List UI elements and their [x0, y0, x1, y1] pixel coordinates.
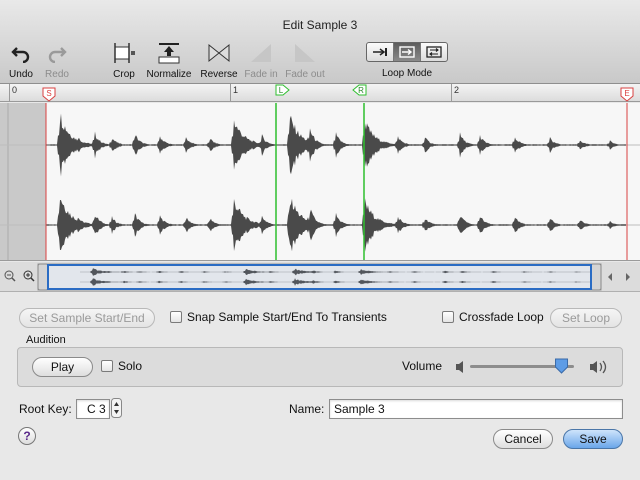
normalize-icon — [155, 40, 183, 66]
overview-visible-region[interactable] — [47, 264, 592, 290]
crop-icon — [110, 40, 138, 66]
svg-text:L: L — [279, 86, 284, 95]
reverse-button[interactable]: Reverse — [200, 40, 238, 80]
waveform-view[interactable] — [0, 103, 640, 261]
checkbox-box — [101, 360, 113, 372]
set-sample-start-end-button[interactable]: Set Sample Start/End — [19, 308, 155, 328]
sample-end-marker[interactable]: E — [620, 87, 634, 102]
fade-in-icon — [247, 40, 275, 66]
solo-checkbox[interactable]: Solo — [101, 359, 142, 373]
checkbox-box — [442, 311, 454, 323]
volume-high-icon — [590, 360, 607, 374]
loop-mode-label: Loop Mode — [381, 68, 433, 79]
checkbox-box — [170, 311, 182, 323]
crossfade-loop-checkbox[interactable]: Crossfade Loop — [442, 310, 544, 324]
loop-start-marker[interactable]: L — [275, 84, 290, 96]
edit-sample-window: Edit Sample 3 Undo Redo Crop Normalize R… — [0, 0, 640, 480]
zoom-in-icon[interactable] — [23, 270, 35, 282]
play-button[interactable]: Play — [32, 357, 93, 377]
window-title: Edit Sample 3 — [282, 18, 358, 32]
waveform-canvas — [0, 103, 640, 260]
loop-icon — [399, 46, 415, 58]
scroll-right-arrow-icon[interactable] — [626, 273, 630, 281]
fade-out-icon — [291, 40, 319, 66]
svg-text:R: R — [358, 86, 364, 95]
volume-low-icon — [456, 361, 463, 373]
loop-mode-forward[interactable] — [367, 43, 394, 61]
loop-end-marker[interactable]: R — [352, 84, 367, 96]
overview-canvas — [4, 263, 630, 291]
root-key-stepper[interactable] — [111, 398, 122, 418]
crop-button[interactable]: Crop — [108, 40, 140, 80]
help-button[interactable]: ? — [18, 427, 36, 445]
undo-button[interactable]: Undo — [6, 40, 36, 80]
sample-start-marker[interactable]: S — [42, 87, 56, 102]
overview-strip — [0, 262, 640, 292]
ruler-markers: S L R E — [42, 84, 634, 102]
loop-mode-control — [366, 42, 448, 62]
cancel-button[interactable]: Cancel — [493, 429, 553, 449]
svg-text:S: S — [46, 89, 51, 98]
root-key-field[interactable]: C 3 — [76, 399, 110, 419]
volume-label: Volume — [402, 359, 443, 373]
zoom-out-icon[interactable] — [4, 270, 16, 282]
forward-loop-icon — [373, 48, 387, 56]
ping-pong-icon — [426, 46, 442, 58]
redo-button[interactable]: Redo — [42, 40, 72, 80]
loop-mode-loop[interactable] — [394, 43, 421, 61]
overview-right-handle[interactable] — [590, 263, 602, 291]
save-button[interactable]: Save — [563, 429, 623, 449]
snap-transients-checkbox[interactable]: Snap Sample Start/End To Transients — [170, 310, 387, 324]
timeline-ruler[interactable]: 0 1 2 S L R E — [0, 84, 640, 102]
normalize-button[interactable]: Normalize — [145, 40, 193, 80]
reverse-icon — [205, 40, 233, 66]
root-key-label: Root Key: — [19, 402, 72, 416]
overview-left-handle[interactable] — [37, 263, 49, 291]
fade-out-button[interactable]: Fade out — [284, 40, 326, 80]
fade-in-button[interactable]: Fade in — [242, 40, 280, 80]
set-loop-button[interactable]: Set Loop — [550, 308, 622, 328]
pre-start-region — [0, 103, 46, 260]
name-field[interactable]: Sample 3 — [329, 399, 623, 419]
redo-icon — [43, 40, 71, 66]
name-label: Name: — [289, 402, 325, 416]
loop-mode-pingpong[interactable] — [421, 43, 447, 61]
waveform-channel-2 — [46, 198, 626, 252]
svg-text:E: E — [624, 89, 629, 98]
audition-label: Audition — [26, 334, 66, 346]
waveform-channel-1 — [46, 113, 626, 177]
scroll-left-arrow-icon[interactable] — [608, 273, 612, 281]
toolbar: Edit Sample 3 Undo Redo Crop Normalize R… — [0, 0, 640, 84]
volume-slider-knob[interactable] — [555, 358, 569, 374]
volume-control — [456, 358, 607, 374]
undo-icon — [7, 40, 35, 66]
